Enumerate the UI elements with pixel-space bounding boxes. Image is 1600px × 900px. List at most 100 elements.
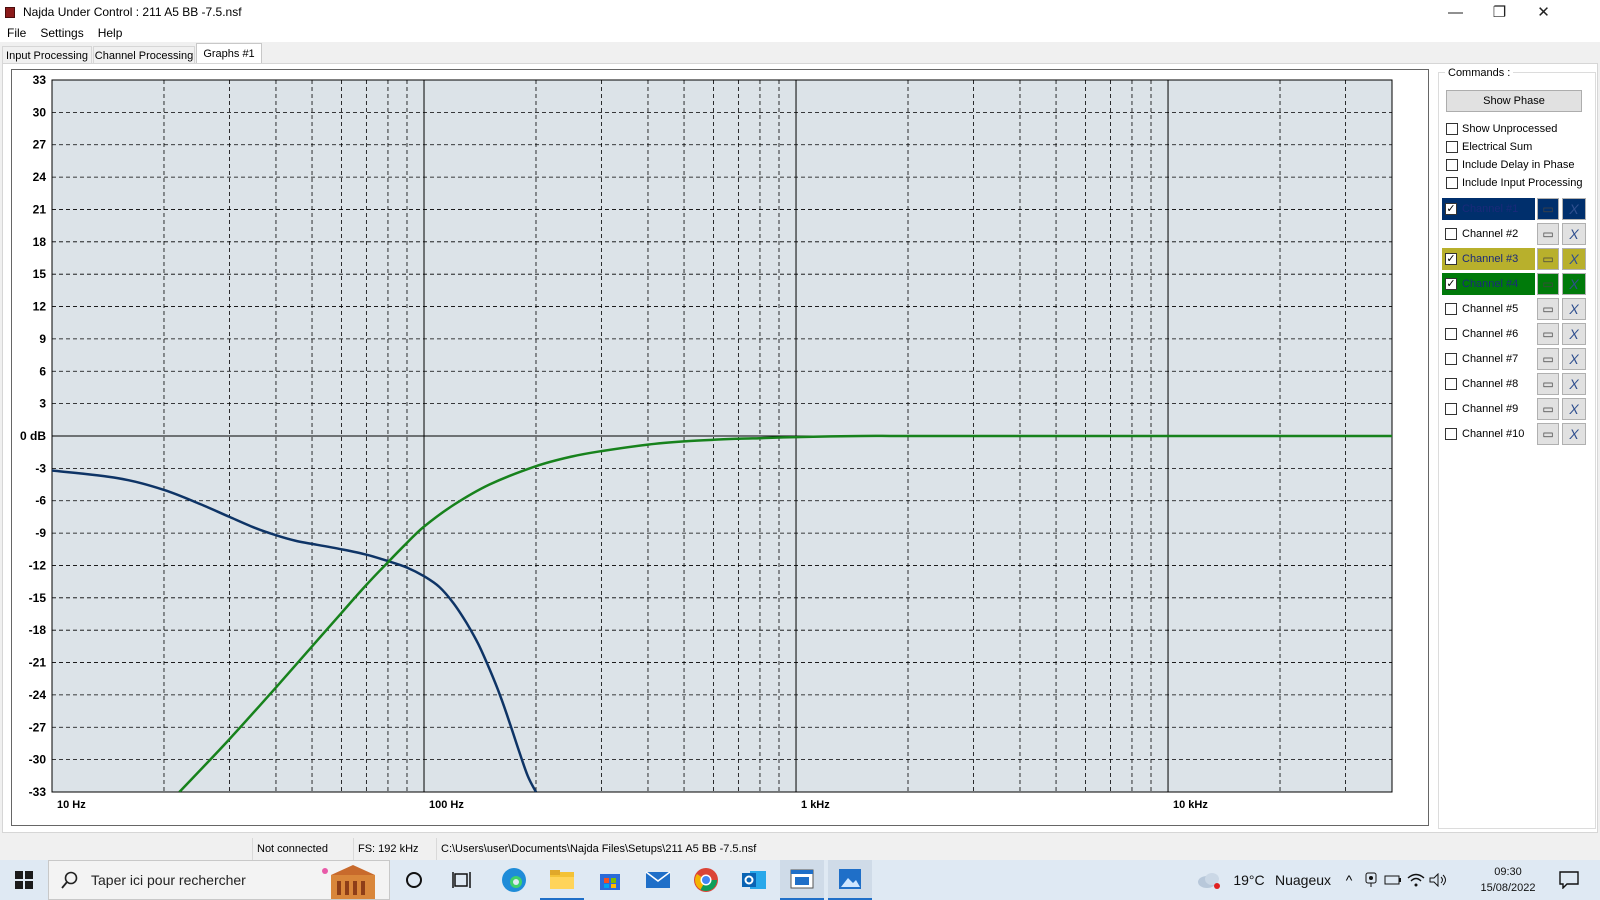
file-explorer-taskbar-button[interactable]	[540, 860, 584, 900]
start-button[interactable]	[0, 860, 48, 900]
close-button[interactable]: ✕	[1521, 0, 1566, 24]
channel-checkbox[interactable]: ✓	[1445, 278, 1457, 290]
channel-checkbox[interactable]: ✓	[1445, 253, 1457, 265]
channel-checkbox[interactable]	[1445, 378, 1457, 390]
sample-rate-status: FS: 192 kHz	[353, 838, 435, 860]
channel-toggle[interactable]: Channel #2	[1442, 223, 1535, 245]
restore-button[interactable]: ❐	[1477, 0, 1522, 24]
cloud-icon	[1198, 873, 1220, 889]
clock-date: 15/08/2022	[1480, 882, 1536, 894]
load-curve-icon[interactable]: ▭	[1537, 398, 1559, 420]
taskbar-search[interactable]: Taper ici pour rechercher	[48, 860, 390, 900]
channel-toggle[interactable]: Channel #10	[1442, 423, 1535, 445]
cortana-button[interactable]	[394, 860, 434, 900]
channel-row[interactable]: Channel #8 ▭ X	[1442, 373, 1587, 395]
channel-row[interactable]: Channel #10 ▭ X	[1442, 423, 1587, 445]
channel-toggle[interactable]: Channel #5	[1442, 298, 1535, 320]
channel-toggle[interactable]: Channel #9	[1442, 398, 1535, 420]
tab-graphs-1[interactable]: Graphs #1	[196, 43, 262, 64]
remove-curve-icon[interactable]: X	[1562, 373, 1586, 395]
remove-curve-icon[interactable]: X	[1562, 298, 1586, 320]
channel-label: Channel #5	[1462, 303, 1519, 315]
remove-curve-icon[interactable]: X	[1562, 423, 1586, 445]
channel-row[interactable]: Channel #6 ▭ X	[1442, 323, 1587, 345]
channel-checkbox[interactable]	[1445, 228, 1457, 240]
frequency-response-chart[interactable]: 33 30 27 24 21 18 15 12 9 6 3 0 dB -3 -6 -9 -12 -15 -18 -2…	[12, 70, 1430, 827]
load-curve-icon[interactable]: ▭	[1537, 198, 1559, 220]
chrome-icon	[694, 868, 718, 892]
tab-channel-processing[interactable]: Channel Processing	[93, 46, 195, 64]
menu-help[interactable]: Help	[91, 26, 130, 40]
menu-settings[interactable]: Settings	[33, 26, 90, 40]
channel-row[interactable]: Channel #5 ▭ X	[1442, 298, 1587, 320]
remove-curve-icon[interactable]: X	[1562, 398, 1586, 420]
channel-row[interactable]: ✓ Channel #4 ▭ X	[1442, 273, 1587, 295]
webcam-icon[interactable]	[1362, 860, 1380, 900]
channel-row[interactable]: Channel #2 ▭ X	[1442, 223, 1587, 245]
load-curve-icon[interactable]: ▭	[1537, 373, 1559, 395]
channel-toggle[interactable]: Channel #6	[1442, 323, 1535, 345]
channel-checkbox[interactable]	[1445, 403, 1457, 415]
load-curve-icon[interactable]: ▭	[1537, 248, 1559, 270]
channel-label: Channel #1	[1462, 203, 1519, 215]
store-taskbar-button[interactable]	[588, 860, 632, 900]
taskbar-clock[interactable]: 09:30 15/08/2022	[1478, 864, 1538, 896]
wifi-icon[interactable]	[1406, 860, 1426, 900]
chevron-up-icon[interactable]: ^	[1340, 860, 1358, 900]
option-electrical-sum[interactable]: Electrical Sum	[1446, 139, 1532, 155]
load-curve-icon[interactable]: ▭	[1537, 323, 1559, 345]
channel-toggle[interactable]: ✓ Channel #4	[1442, 273, 1535, 295]
load-curve-icon[interactable]: ▭	[1537, 423, 1559, 445]
battery-icon[interactable]	[1383, 860, 1403, 900]
menu-file[interactable]: File	[0, 26, 33, 40]
title-bar: Najda Under Control : 211 A5 BB -7.5.nsf…	[0, 0, 1600, 24]
remove-curve-icon[interactable]: X	[1562, 223, 1586, 245]
checkbox-show-unprocessed[interactable]	[1446, 123, 1458, 135]
remove-curve-icon[interactable]: X	[1562, 198, 1586, 220]
remove-curve-icon[interactable]: X	[1562, 323, 1586, 345]
show-phase-button[interactable]: Show Phase	[1446, 90, 1582, 112]
load-curve-icon[interactable]: ▭	[1537, 273, 1559, 295]
option-label: Show Unprocessed	[1462, 123, 1558, 135]
outlook-taskbar-button[interactable]	[732, 860, 776, 900]
photos-taskbar-button[interactable]	[828, 860, 872, 900]
edge-taskbar-button[interactable]	[492, 860, 536, 900]
channel-checkbox[interactable]: ✓	[1445, 203, 1457, 215]
task-view-button[interactable]	[442, 860, 482, 900]
channel-toggle[interactable]: ✓ Channel #3	[1442, 248, 1535, 270]
channel-row[interactable]: Channel #7 ▭ X	[1442, 348, 1587, 370]
notifications-button[interactable]	[1554, 860, 1584, 900]
option-include-input-processing[interactable]: Include Input Processing	[1446, 175, 1582, 191]
option-include-delay-in-phase[interactable]: Include Delay in Phase	[1446, 157, 1575, 173]
y-tick-label: 9	[39, 332, 46, 346]
remove-curve-icon[interactable]: X	[1562, 273, 1586, 295]
najda-taskbar-button[interactable]	[780, 860, 824, 900]
channel-toggle[interactable]: Channel #7	[1442, 348, 1535, 370]
channel-checkbox[interactable]	[1445, 353, 1457, 365]
channel-row[interactable]: Channel #9 ▭ X	[1442, 398, 1587, 420]
checkbox-include-delay[interactable]	[1446, 159, 1458, 171]
load-curve-icon[interactable]: ▭	[1537, 298, 1559, 320]
channel-label: Channel #3	[1462, 253, 1519, 265]
channel-toggle[interactable]: Channel #8	[1442, 373, 1535, 395]
load-curve-icon[interactable]: ▭	[1537, 348, 1559, 370]
minimize-button[interactable]: —	[1433, 0, 1478, 24]
remove-curve-icon[interactable]: X	[1562, 348, 1586, 370]
channel-row[interactable]: ✓ Channel #1 ▭ X	[1442, 198, 1587, 220]
tab-input-processing[interactable]: Input Processing	[2, 46, 92, 64]
load-curve-icon[interactable]: ▭	[1537, 223, 1559, 245]
channel-row[interactable]: ✓ Channel #3 ▭ X	[1442, 248, 1587, 270]
volume-icon[interactable]	[1428, 860, 1448, 900]
channel-checkbox[interactable]	[1445, 328, 1457, 340]
checkbox-electrical-sum[interactable]	[1446, 141, 1458, 153]
graphs-panel: 33 30 27 24 21 18 15 12 9 6 3 0 dB -3 -6 -9 -12 -15 -18 -2…	[2, 63, 1598, 833]
channel-checkbox[interactable]	[1445, 303, 1457, 315]
checkbox-include-input-processing[interactable]	[1446, 177, 1458, 189]
weather-widget[interactable]	[1192, 860, 1226, 900]
mail-taskbar-button[interactable]	[636, 860, 680, 900]
option-show-unprocessed[interactable]: Show Unprocessed	[1446, 121, 1557, 137]
channel-checkbox[interactable]	[1445, 428, 1457, 440]
chrome-taskbar-button[interactable]	[684, 860, 728, 900]
remove-curve-icon[interactable]: X	[1562, 248, 1586, 270]
channel-toggle[interactable]: ✓ Channel #1	[1442, 198, 1535, 220]
